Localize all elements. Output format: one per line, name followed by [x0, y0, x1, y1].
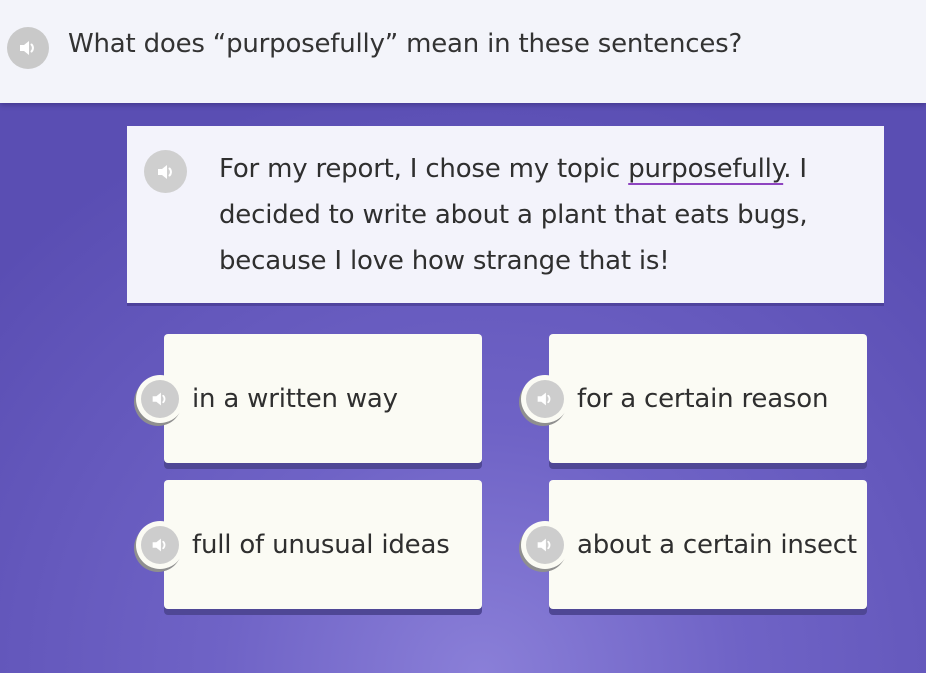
question-text: What does “purposefully” mean in these s…	[68, 29, 743, 59]
answer-choice[interactable]: for a certain reason	[521, 334, 867, 463]
speaker-icon	[141, 380, 179, 418]
speaker-button[interactable]	[521, 375, 569, 423]
speaker-button[interactable]	[136, 375, 184, 423]
question-bar: What does “purposefully” mean in these s…	[0, 0, 926, 103]
speaker-button[interactable]	[136, 521, 184, 569]
speaker-icon	[526, 380, 564, 418]
answer-choice[interactable]: in a written way	[136, 334, 482, 463]
answer-choice-label: about a certain insect	[577, 529, 857, 560]
passage-text: For my report, I chose my topic purposef…	[219, 146, 869, 284]
answer-choice[interactable]: about a certain insect	[521, 480, 867, 609]
answer-choice-label: for a certain reason	[577, 383, 829, 414]
answer-choice-label: full of unusual ideas	[192, 529, 450, 560]
speaker-icon	[526, 526, 564, 564]
speaker-button[interactable]	[521, 521, 569, 569]
answer-choice[interactable]: full of unusual ideas	[136, 480, 482, 609]
speaker-icon[interactable]	[7, 27, 49, 69]
highlighted-word: purposefully	[628, 154, 784, 184]
passage-card: For my report, I chose my topic purposef…	[127, 126, 884, 303]
speaker-icon	[141, 526, 179, 564]
answer-choice-label: in a written way	[192, 383, 398, 414]
speaker-icon[interactable]	[144, 150, 187, 193]
passage-text-before: For my report, I chose my topic	[219, 154, 629, 184]
